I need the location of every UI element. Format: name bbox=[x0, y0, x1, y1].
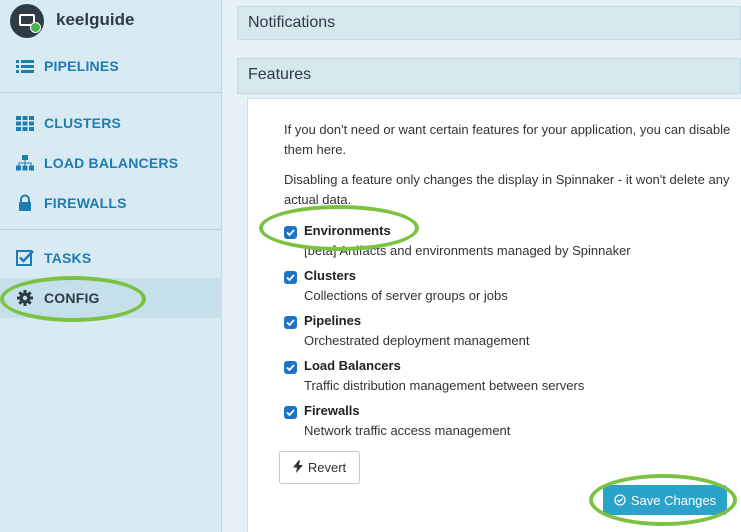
features-note: Disabling a feature only changes the dis… bbox=[284, 172, 730, 207]
sitemap-icon bbox=[16, 154, 34, 172]
section-title: Notifications bbox=[248, 14, 336, 31]
sidebar-divider bbox=[0, 92, 222, 93]
save-button-label: Save Changes bbox=[630, 492, 717, 508]
feature-environments: Environments [beta] Artifacts and enviro… bbox=[284, 223, 734, 265]
sidebar: keelguide PIPELINES CLUSTERS LOAD BALANC… bbox=[0, 0, 222, 532]
save-changes-button[interactable]: Save Changes bbox=[603, 485, 727, 515]
feature-description: Network traffic access management bbox=[304, 423, 511, 438]
grid-icon bbox=[16, 114, 34, 132]
feature-firewalls: Firewalls Network traffic access managem… bbox=[284, 403, 734, 445]
checkbox-icon bbox=[16, 249, 34, 267]
feature-description: Collections of server groups or jobs bbox=[304, 288, 508, 303]
sidebar-item-label: LOAD BALANCERS bbox=[44, 155, 179, 171]
sidebar-item-clusters[interactable]: CLUSTERS bbox=[0, 103, 222, 143]
sidebar-item-load-balancers[interactable]: LOAD BALANCERS bbox=[0, 143, 222, 183]
revert-button-label: Revert bbox=[307, 460, 347, 475]
feature-checkbox[interactable] bbox=[284, 271, 297, 284]
list-icon bbox=[16, 57, 34, 75]
main-content: Notifications Features If you don't need… bbox=[237, 0, 741, 532]
feature-description: Traffic distribution management between … bbox=[304, 378, 585, 393]
gear-icon bbox=[16, 289, 34, 307]
section-features[interactable]: Features bbox=[237, 58, 741, 94]
sidebar-item-config[interactable]: CONFIG bbox=[0, 278, 222, 318]
bolt-icon bbox=[292, 459, 303, 476]
sidebar-item-label: FIREWALLS bbox=[44, 195, 127, 211]
sidebar-item-pipelines[interactable]: PIPELINES bbox=[0, 46, 222, 86]
feature-name: Clusters bbox=[304, 268, 357, 283]
lock-icon bbox=[16, 194, 34, 212]
feature-checkbox[interactable] bbox=[284, 361, 297, 374]
check-circle-icon bbox=[614, 494, 626, 506]
feature-description: [beta] Artifacts and environments manage… bbox=[304, 243, 631, 258]
feature-name: Firewalls bbox=[304, 403, 360, 418]
app-header: keelguide bbox=[0, 0, 222, 42]
sidebar-item-label: PIPELINES bbox=[44, 58, 119, 74]
sidebar-item-label: CLUSTERS bbox=[44, 115, 122, 131]
revert-button[interactable]: Revert bbox=[279, 451, 360, 484]
feature-clusters: Clusters Collections of server groups or… bbox=[284, 268, 734, 310]
feature-name: Environments bbox=[304, 223, 391, 238]
sidebar-item-tasks[interactable]: TASKS bbox=[0, 238, 222, 278]
feature-checkbox[interactable] bbox=[284, 406, 297, 419]
sidebar-item-label: CONFIG bbox=[44, 290, 100, 306]
sidebar-item-firewalls[interactable]: FIREWALLS bbox=[0, 183, 222, 223]
sidebar-item-label: TASKS bbox=[44, 250, 92, 266]
section-notifications[interactable]: Notifications bbox=[237, 6, 741, 40]
app-name: keelguide bbox=[56, 10, 135, 29]
feature-pipelines: Pipelines Orchestrated deployment manage… bbox=[284, 313, 734, 355]
feature-load-balancers: Load Balancers Traffic distribution mana… bbox=[284, 358, 734, 400]
feature-name: Pipelines bbox=[304, 313, 362, 328]
feature-checkbox[interactable] bbox=[284, 316, 297, 329]
feature-description: Orchestrated deployment management bbox=[304, 333, 530, 348]
feature-checkbox[interactable] bbox=[284, 226, 297, 239]
sidebar-divider bbox=[0, 229, 222, 230]
features-panel: If you don't need or want certain featur… bbox=[247, 98, 741, 532]
app-icon bbox=[10, 4, 44, 38]
features-intro: If you don't need or want certain featur… bbox=[284, 122, 731, 157]
feature-name: Load Balancers bbox=[304, 358, 401, 373]
section-title: Features bbox=[248, 66, 312, 83]
